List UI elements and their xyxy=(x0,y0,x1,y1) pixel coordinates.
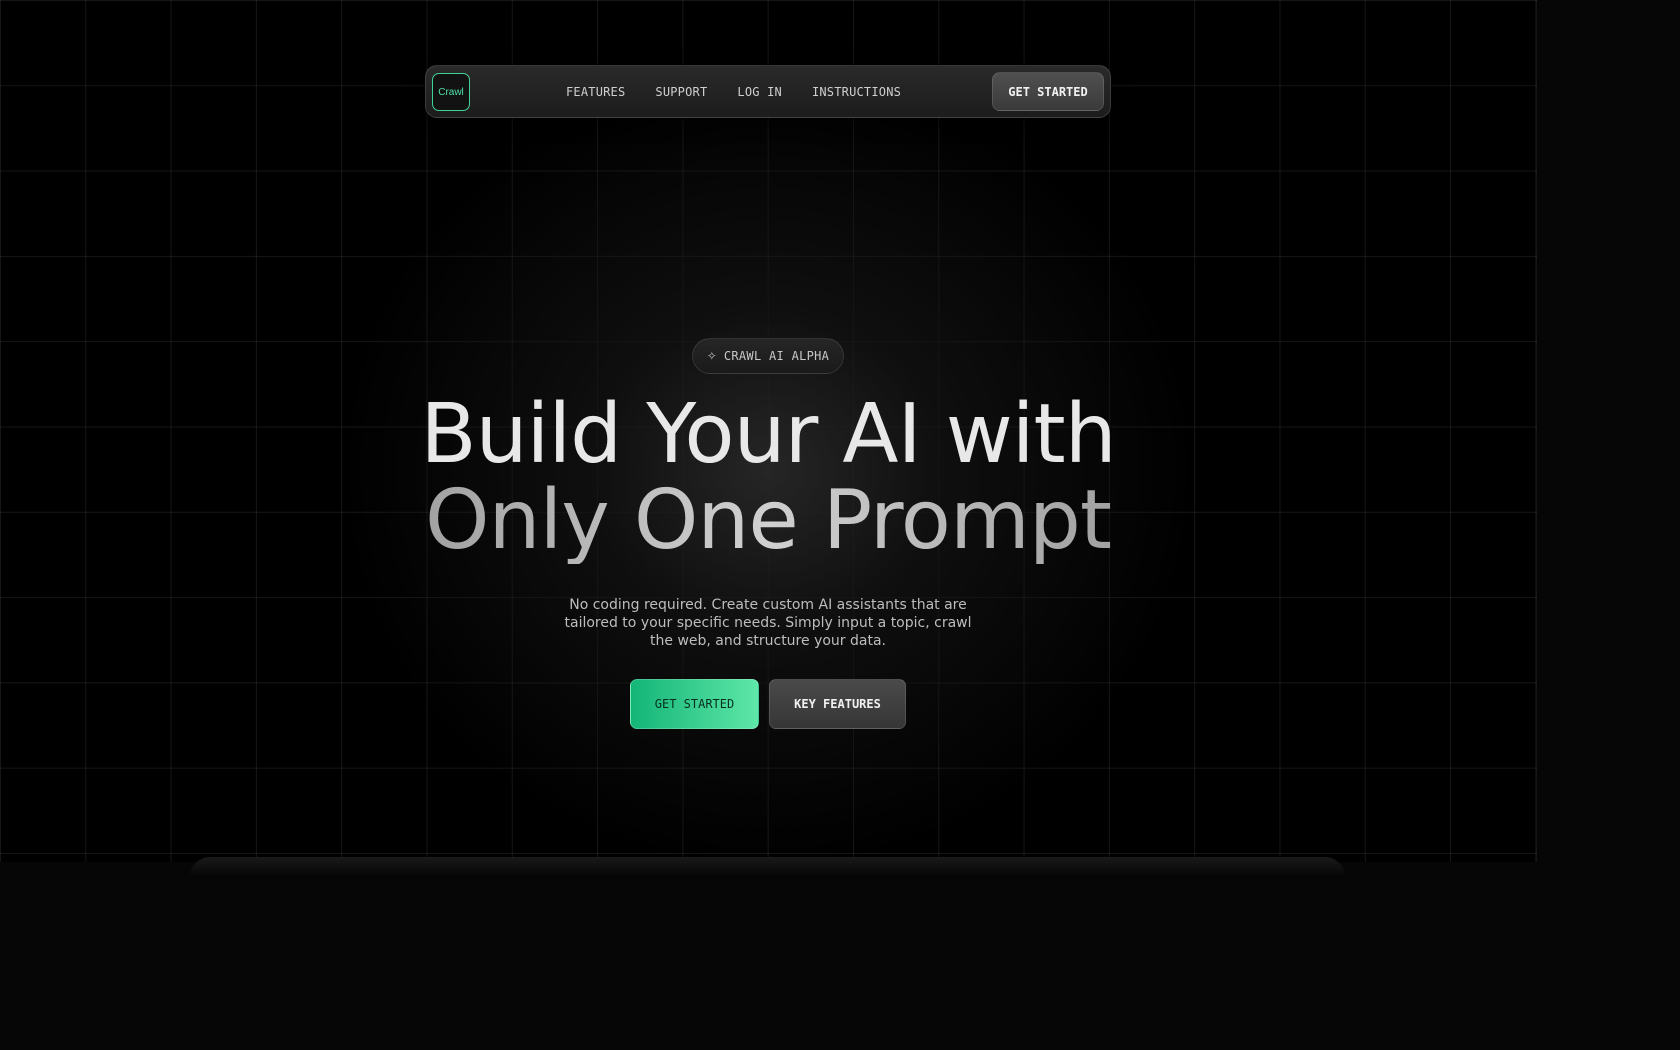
lower-section xyxy=(0,862,1680,1050)
crawl-logo[interactable]: Crawl xyxy=(432,73,470,111)
badge-label: CRAWL AI ALPHA xyxy=(723,349,830,363)
nav-link-instructions[interactable]: INSTRUCTIONS xyxy=(812,85,901,99)
page: Crawl FEATURES SUPPORT LOG IN INSTRUCTIO… xyxy=(0,0,1680,1050)
hero-description: No coding required. Create custom AI ass… xyxy=(564,597,972,649)
nav-link-login[interactable]: LOG IN xyxy=(737,85,782,99)
nav-link-features[interactable]: FEATURES xyxy=(566,85,625,99)
nav-links: FEATURES SUPPORT LOG IN INSTRUCTIONS xyxy=(566,66,901,117)
get-started-button[interactable]: GET STARTED xyxy=(630,679,759,729)
hero-headline: Build Your AI with Only One Prompt xyxy=(368,392,1168,564)
preview-card-edge xyxy=(190,857,1345,877)
nav-link-support[interactable]: SUPPORT xyxy=(655,85,707,99)
sparkle-icon: ✧ xyxy=(706,349,717,363)
headline-line-2: Only One Prompt xyxy=(368,478,1168,564)
nav-get-started-button[interactable]: GET STARTED xyxy=(992,72,1104,111)
alpha-badge: ✧ CRAWL AI ALPHA xyxy=(692,338,844,374)
navbar: Crawl FEATURES SUPPORT LOG IN INSTRUCTIO… xyxy=(425,65,1111,118)
headline-line-1: Build Your AI with xyxy=(420,387,1116,482)
key-features-button[interactable]: KEY FEATURES xyxy=(769,679,906,729)
